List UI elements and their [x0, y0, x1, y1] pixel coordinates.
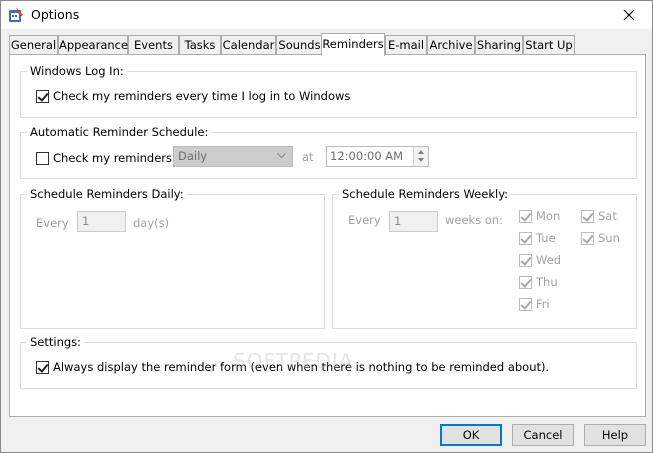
daily-every-label: Every [36, 216, 69, 230]
weekly-interval-value: 1 [394, 214, 402, 228]
cancel-button[interactable]: Cancel [512, 424, 574, 446]
auto-check-row[interactable]: Check my reminders [36, 151, 172, 165]
tab-sharing[interactable]: Sharing [475, 35, 523, 55]
daily-unit-label: day(s) [133, 216, 170, 230]
tab-archive[interactable]: Archive [427, 35, 475, 55]
weekly-group: Schedule Reminders Weekly: Every 1 weeks… [332, 187, 637, 329]
windows-login-group: Windows Log In: Check my reminders every… [20, 64, 637, 118]
time-value: 12:00:00 AM [330, 149, 404, 163]
help-button[interactable]: Help [584, 424, 646, 446]
tab-reminders[interactable]: Reminders [321, 33, 385, 56]
day-wed-row[interactable]: Wed [519, 253, 561, 267]
day-mon-row[interactable]: Mon [519, 209, 560, 223]
time-spinner[interactable] [413, 147, 428, 166]
day-sun-checkbox[interactable] [581, 231, 594, 245]
day-mon-checkbox[interactable] [519, 209, 532, 223]
weekly-title: Schedule Reminders Weekly: [339, 187, 512, 201]
weekly-unit-label: weeks on: [445, 213, 504, 227]
auto-schedule-group: Automatic Reminder Schedule: Check my re… [20, 125, 637, 179]
frequency-value: Daily [178, 149, 208, 163]
frequency-select[interactable]: Daily [173, 146, 293, 167]
tab-tasks[interactable]: Tasks [179, 35, 221, 55]
spin-down-icon[interactable] [418, 158, 424, 162]
options-app-icon [7, 6, 25, 24]
tab-sounds[interactable]: Sounds [276, 35, 323, 55]
options-window: Options General Appearance Events Tasks … [0, 0, 653, 453]
settings-title: Settings: [27, 335, 85, 349]
weekly-interval-input[interactable]: 1 [389, 211, 438, 232]
day-tue-checkbox[interactable] [519, 231, 532, 245]
close-button[interactable] [606, 1, 652, 29]
day-wed-label: Wed [536, 253, 562, 267]
daily-group: Schedule Reminders Daily: Every 1 day(s) [20, 187, 325, 329]
daily-interval-value: 1 [82, 214, 90, 228]
spin-up-icon[interactable] [418, 150, 424, 154]
always-display-row[interactable]: Always display the reminder form (even w… [36, 360, 549, 374]
day-wed-checkbox[interactable] [519, 253, 532, 267]
tab-email[interactable]: E-mail [385, 35, 427, 55]
day-fri-row[interactable]: Fri [519, 297, 550, 311]
reminders-panel: Windows Log In: Check my reminders every… [9, 54, 646, 417]
windows-login-title: Windows Log In: [27, 64, 127, 78]
daily-interval-input[interactable]: 1 [77, 211, 126, 232]
day-sun-label: Sun [598, 231, 620, 245]
window-title: Options [31, 7, 80, 22]
login-check-label: Check my reminders every time I log in t… [53, 89, 351, 103]
tab-appearance[interactable]: Appearance [58, 35, 128, 55]
day-sat-row[interactable]: Sat [581, 209, 617, 223]
day-tue-row[interactable]: Tue [519, 231, 556, 245]
chevron-down-icon [277, 153, 286, 159]
day-mon-label: Mon [536, 209, 561, 223]
close-icon [623, 9, 635, 21]
day-fri-label: Fri [536, 297, 550, 311]
at-label: at [302, 150, 314, 164]
tab-start-up[interactable]: Start Up [523, 35, 575, 55]
always-display-checkbox[interactable] [36, 360, 49, 374]
day-sat-checkbox[interactable] [581, 209, 594, 223]
day-thu-checkbox[interactable] [519, 275, 532, 289]
day-sun-row[interactable]: Sun [581, 231, 620, 245]
auto-check-checkbox[interactable] [36, 151, 49, 165]
settings-group: Settings: Always display the reminder fo… [20, 335, 637, 389]
login-check-row[interactable]: Check my reminders every time I log in t… [36, 89, 350, 103]
day-sat-label: Sat [598, 209, 617, 223]
tab-calendar[interactable]: Calendar [221, 35, 276, 55]
tab-events[interactable]: Events [128, 35, 179, 55]
day-tue-label: Tue [536, 231, 556, 245]
always-display-label: Always display the reminder form (even w… [53, 360, 550, 374]
tab-general[interactable]: General [9, 35, 58, 55]
day-thu-label: Thu [536, 275, 558, 289]
day-thu-row[interactable]: Thu [519, 275, 558, 289]
daily-title: Schedule Reminders Daily: [27, 187, 187, 201]
time-input[interactable]: 12:00:00 AM [326, 146, 429, 167]
auto-schedule-title: Automatic Reminder Schedule: [27, 125, 212, 139]
title-bar: Options [1, 1, 652, 29]
auto-check-label: Check my reminders [53, 151, 173, 165]
weekly-every-label: Every [348, 213, 381, 227]
day-fri-checkbox[interactable] [519, 297, 532, 311]
ok-button[interactable]: OK [440, 424, 502, 446]
login-check-checkbox[interactable] [36, 89, 49, 103]
